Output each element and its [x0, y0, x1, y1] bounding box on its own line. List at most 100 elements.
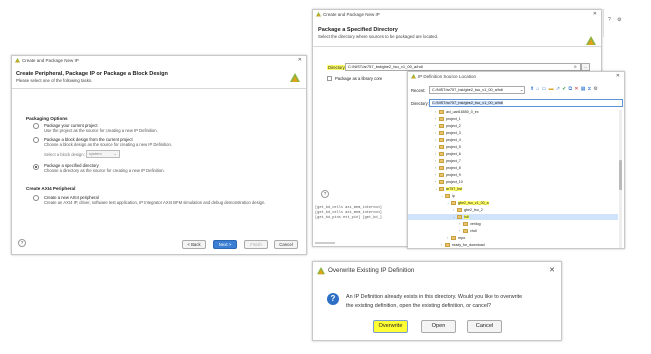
vivado-logo-icon: [586, 36, 596, 45]
option-specified-directory-desc: Choose a directory as the source for cre…: [44, 168, 165, 173]
tree-node-axi-uart[interactable]: › axi_uart16550_0_ex: [435, 110, 479, 115]
source-location-dialog: IP Definition Source Location ✕ Recent: …: [407, 71, 625, 249]
library-core-checkbox[interactable]: [327, 76, 332, 81]
option-block-design-desc: Choose a block design as the source for …: [44, 142, 172, 147]
cancel-button[interactable]: Cancel: [274, 240, 298, 249]
tree-node-project-8[interactable]: › project_8: [435, 166, 461, 171]
tree-scrollbar[interactable]: [619, 110, 622, 248]
section-packaging-options: Packaging Options: [26, 116, 68, 121]
tree-node-project-6[interactable]: › project_6: [435, 152, 461, 157]
tree-node-vhdl[interactable]: › vhdl: [459, 229, 477, 234]
tree-node-label: gbe2_tsu_v1_00_a: [458, 201, 489, 205]
radio-axi-peripheral[interactable]: [33, 195, 39, 201]
tree-node-gbe2-tsu-2[interactable]: › gbe2_tsu_2: [453, 208, 483, 213]
tree-node-label: ready_for_download: [452, 243, 485, 247]
tree-node-label: hdl: [464, 215, 469, 219]
tree-node-project-7[interactable]: › project_7: [435, 159, 461, 164]
page-subtitle: Please select one of the following tasks…: [16, 78, 93, 83]
tree-node-label: vhdl: [470, 229, 477, 233]
overwrite-button[interactable]: Overwrite: [373, 320, 408, 333]
radio-block-design[interactable]: [33, 137, 39, 143]
close-icon[interactable]: ✕: [298, 56, 302, 65]
folder-icon: [439, 159, 444, 163]
title-bar: Create and Package New IP ✕: [12, 56, 306, 65]
tree-node-ready-for-download[interactable]: › ready_for_download: [441, 243, 485, 248]
folder-icon: [463, 229, 468, 233]
tree-node-project-2[interactable]: › project_2: [435, 124, 461, 129]
tree-node-label: project_10: [446, 180, 463, 184]
recent-dropdown[interactable]: C:/NIST/ar757_bst/gbe2_tsu_v1_00_a/hdl ⌄: [429, 86, 525, 94]
tree-node-project-3[interactable]: › project_3: [435, 131, 461, 136]
cancel-button[interactable]: Cancel: [467, 320, 502, 333]
tree-node-project-9[interactable]: › project_9: [435, 173, 461, 178]
help-button[interactable]: ?: [18, 239, 26, 247]
chevron-down-icon: ⌄: [113, 151, 117, 156]
open-button[interactable]: Open: [421, 320, 456, 333]
gear-icon[interactable]: ⚙: [617, 17, 621, 23]
tree-node-project-10[interactable]: › project_10: [435, 180, 463, 185]
message-line: An IP Definition already exists in this …: [346, 294, 523, 300]
back-button[interactable]: < Back: [182, 240, 206, 249]
select-block-design-label: Select a block design:: [44, 152, 85, 157]
progress-bar: [315, 242, 335, 244]
directory-value: C:/NIST/ar757_bst/gbe2_tsu_v1_00_a/hdl: [348, 64, 423, 69]
new-folder-icon[interactable]: ▬: [549, 86, 556, 92]
directory-label: Directory:: [411, 101, 429, 106]
vivado-logo-icon: [290, 73, 300, 82]
dialog-title: IP Definition Source Location: [418, 74, 476, 79]
tree-node-label: project_9: [446, 173, 461, 177]
vivado-app-icon: [15, 58, 20, 63]
tree-node-label: gbe2_tsu_2: [464, 208, 483, 212]
dialog-header: Create Peripheral, Package IP or Package…: [12, 65, 306, 89]
folder-icon: [439, 173, 444, 177]
close-icon[interactable]: ✕: [616, 72, 620, 81]
close-icon[interactable]: ✕: [549, 262, 555, 280]
clear-icon[interactable]: ⊗: [574, 64, 577, 70]
tree-node-label: project_3: [446, 131, 461, 135]
close-icon[interactable]: ✕: [593, 10, 597, 19]
view-icon[interactable]: ▦: [581, 86, 588, 92]
tree-node-label: project_4: [446, 138, 461, 142]
settings-icon[interactable]: ⚙: [593, 86, 600, 92]
dialog-title: Overwrite Existing IP Definition: [328, 267, 415, 274]
tree-node-verilog[interactable]: › verilog: [459, 222, 481, 227]
tree-node-project-1[interactable]: › project_1: [435, 117, 461, 122]
help-icon[interactable]: ?: [608, 17, 611, 23]
tree-node-label: ip: [452, 194, 455, 198]
question-icon: ?: [327, 293, 339, 305]
next-button[interactable]: Next >: [213, 240, 237, 249]
tree-node-ar757-bst[interactable]: ⌄ ar757_bst: [435, 187, 462, 192]
title-bar: IP Definition Source Location ✕: [408, 72, 624, 81]
vivado-app-icon: [316, 12, 321, 17]
folder-icon: [451, 236, 456, 240]
folder-icon: [451, 201, 456, 205]
vivado-app-icon: [317, 267, 325, 275]
folder-icon: [439, 117, 444, 121]
page-subtitle: Select the directory where sources to be…: [318, 34, 439, 39]
help-button[interactable]: ?: [321, 190, 329, 198]
scrollbar-thumb[interactable]: [619, 160, 622, 190]
radio-current-project[interactable]: [33, 123, 39, 129]
tree-node-label: axi_uart16550_0_ex: [446, 110, 479, 114]
radio-specified-directory[interactable]: [33, 164, 39, 170]
folder-icon: [463, 222, 468, 226]
tree-node-gbe2-tsu[interactable]: ⌄ gbe2_tsu_v1_00_a: [447, 201, 489, 206]
select-block-design-dropdown[interactable]: system ⌄: [86, 150, 120, 158]
page-title: Create Peripheral, Package IP or Package…: [16, 71, 168, 77]
tree-node-repo[interactable]: › repo: [447, 236, 465, 241]
tree-node-ip[interactable]: ⌄ ip: [441, 194, 455, 199]
directory-input[interactable]: C:/NIST/ar757_bst/gbe2_tsu_v1_00_a/hdl: [429, 99, 623, 107]
tree-node-label: ar757_bst: [446, 187, 462, 191]
desktop-icon[interactable]: ▭: [542, 86, 549, 92]
folder-icon: [439, 180, 444, 184]
finish-button[interactable]: Finish: [244, 240, 268, 249]
selected-row-highlight: [408, 214, 618, 220]
tree-node-label: project_7: [446, 159, 461, 163]
tree-node-label: repo: [458, 236, 466, 240]
tree-node-hdl[interactable]: ⌄ hdl: [453, 215, 469, 220]
tree-node-project-5[interactable]: › project_5: [435, 145, 461, 150]
tree-node-project-4[interactable]: › project_4: [435, 138, 461, 143]
directory-input[interactable]: C:/NIST/ar757_bst/gbe2_tsu_v1_00_a/hdl ⊗: [345, 63, 581, 71]
title-bar: Create and Package New IP ✕: [313, 10, 601, 19]
browse-button[interactable]: …: [581, 63, 590, 71]
